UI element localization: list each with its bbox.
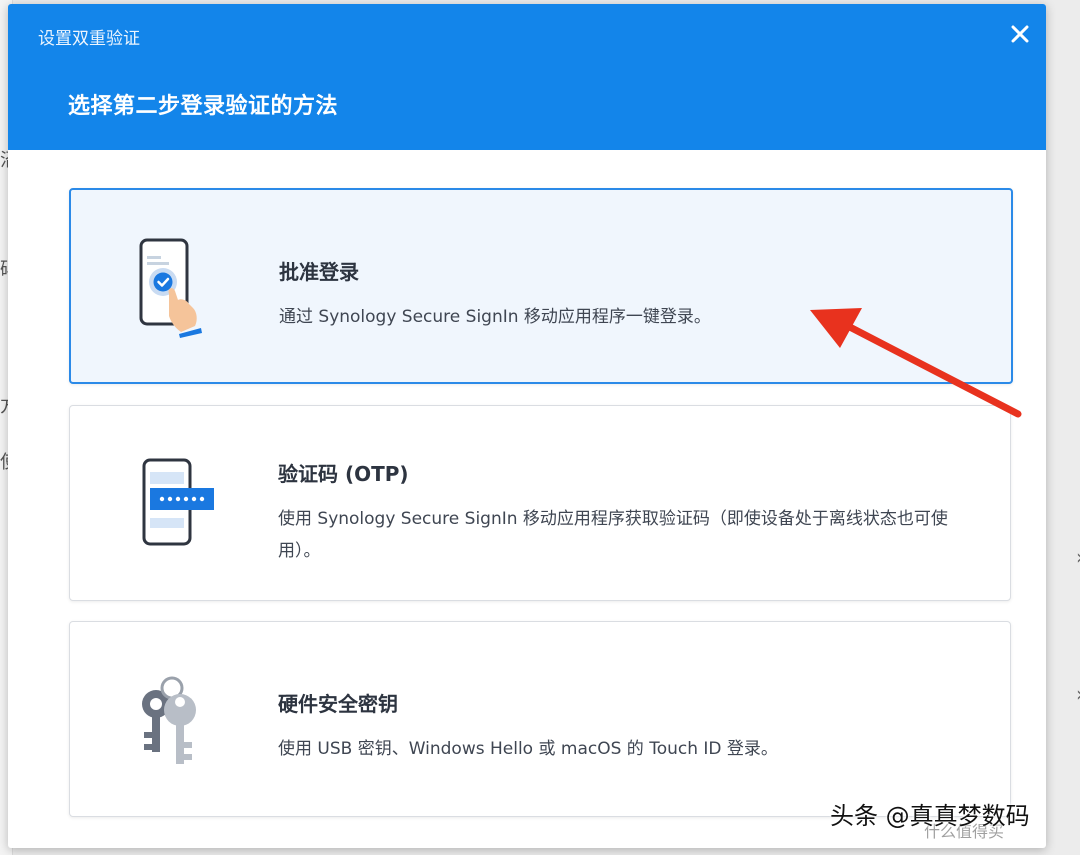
close-button[interactable]: [1006, 20, 1034, 48]
option-otp[interactable]: 验证码 (OTP) 使用 Synology Secure SignIn 移动应用…: [69, 405, 1011, 601]
option-text: 验证码 (OTP) 使用 Synology Secure SignIn 移动应用…: [278, 458, 980, 567]
chevron-right-icon: ›: [1076, 545, 1080, 569]
phone-approve-icon: [131, 238, 221, 338]
option-text: 硬件安全密钥 使用 USB 密钥、Windows Hello 或 macOS 的…: [278, 688, 980, 765]
option-hardware-key[interactable]: 硬件安全密钥 使用 USB 密钥、Windows Hello 或 macOS 的…: [69, 621, 1011, 817]
option-description: 通过 Synology Secure SignIn 移动应用程序一键登录。: [279, 307, 711, 327]
keys-icon: [130, 672, 220, 772]
option-approve-sign-in[interactable]: 批准登录 通过 Synology Secure SignIn 移动应用程序一键登…: [69, 188, 1013, 384]
option-title: 批准登录: [279, 260, 359, 284]
watermark: 头条 @真真梦数码: [830, 802, 1030, 830]
two-factor-setup-dialog: 设置双重验证 选择第二步登录验证的方法 批准登录 通过 Synology Sec: [8, 4, 1046, 848]
window-title: 设置双重验证: [38, 29, 140, 49]
page-title: 选择第二步登录验证的方法: [68, 94, 339, 119]
option-description: 使用 Synology Secure SignIn 移动应用程序获取验证码（即使…: [278, 509, 948, 561]
close-icon: [1011, 25, 1029, 43]
option-text: 批准登录 通过 Synology Secure SignIn 移动应用程序一键登…: [279, 256, 981, 333]
option-title: 硬件安全密钥: [278, 692, 398, 716]
chevron-right-icon: ›: [1076, 682, 1080, 706]
option-title: 验证码 (OTP): [278, 462, 409, 486]
dialog-header: 设置双重验证 选择第二步登录验证的方法: [8, 4, 1046, 150]
option-description: 使用 USB 密钥、Windows Hello 或 macOS 的 Touch …: [278, 739, 778, 759]
phone-otp-icon: [130, 458, 220, 558]
